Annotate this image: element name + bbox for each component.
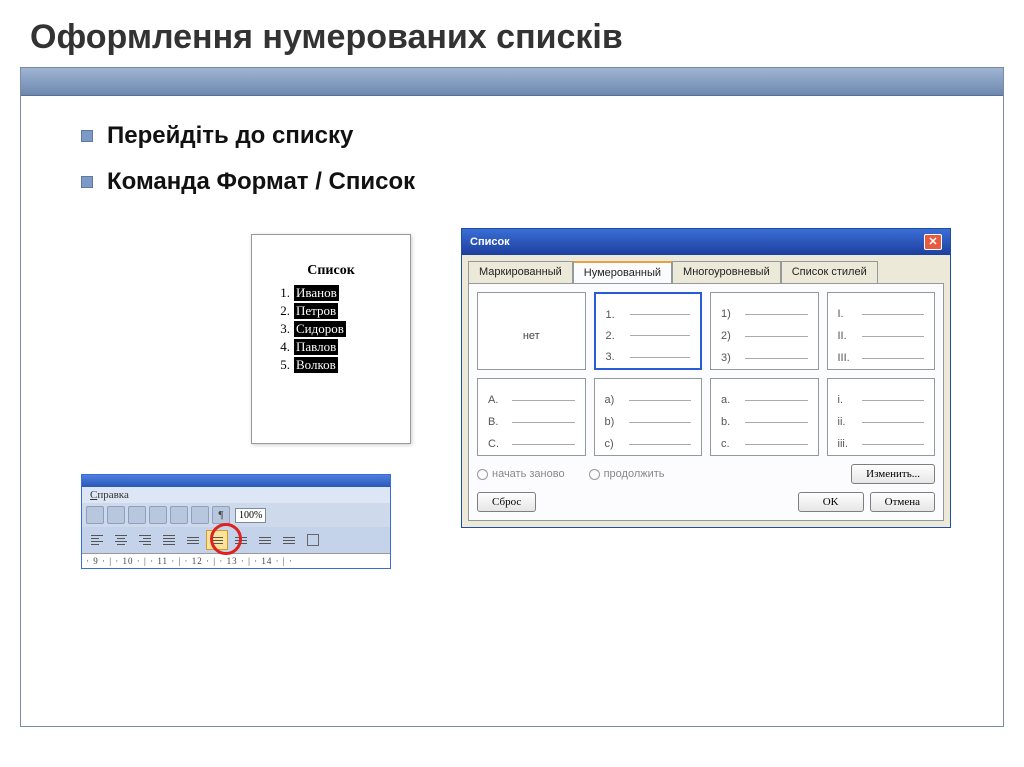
zoom-value[interactable]: 100% (235, 508, 266, 523)
dialog-panel: нет 1. 2. 3. 1) 2) 3) I. II. III. (468, 283, 944, 521)
bullet-text: Команда Формат / Список (107, 168, 415, 196)
increase-indent-icon[interactable] (278, 530, 300, 550)
help-menu[interactable]: Справка (82, 487, 390, 503)
list-item: 4.Павлов (272, 339, 390, 355)
bullet-list: Перейдіть до списку Команда Формат / Спи… (21, 96, 1003, 196)
standard-toolbar: ¶ 100% (82, 503, 390, 527)
toolbar-icon[interactable] (128, 506, 146, 524)
dialog-tabs: Маркированный Нумерованный Многоуровневы… (462, 255, 950, 283)
format-none[interactable]: нет (477, 292, 586, 370)
close-icon[interactable]: ✕ (924, 234, 942, 250)
numbered-list-icon[interactable] (206, 530, 228, 550)
paragraph-icon[interactable]: ¶ (212, 506, 230, 524)
dialog-title-text: Список (470, 236, 510, 248)
restart-options: начать заново продолжить Изменить... (477, 464, 935, 484)
toolbar-icon[interactable] (170, 506, 188, 524)
dialog-titlebar: Список ✕ (462, 229, 950, 255)
align-left-icon[interactable] (86, 530, 108, 550)
format-option[interactable]: 1) 2) 3) (710, 292, 819, 370)
tab-numbered[interactable]: Нумерованный (573, 261, 672, 283)
format-option[interactable]: 1. 2. 3. (594, 292, 703, 370)
format-grid: нет 1. 2. 3. 1) 2) 3) I. II. III. (477, 292, 935, 456)
ok-button[interactable]: OK (798, 492, 864, 512)
bullet-icon (81, 176, 93, 188)
toolbar-icon[interactable] (107, 506, 125, 524)
cancel-button[interactable]: Отмена (870, 492, 935, 512)
tab-styles[interactable]: Список стилей (781, 261, 878, 283)
tab-bulleted[interactable]: Маркированный (468, 261, 573, 283)
bulleted-list-icon[interactable] (230, 530, 252, 550)
document-preview: Список 1.Иванов 2.Петров 3.Сидоров 4.Пав… (251, 234, 411, 444)
format-option[interactable]: a) b) c) (594, 378, 703, 456)
radio-continue[interactable]: продолжить (589, 468, 665, 480)
toolbar-icon[interactable] (149, 506, 167, 524)
list-item: 3.Сидоров (272, 321, 390, 337)
format-option[interactable]: i. ii. iii. (827, 378, 936, 456)
toolbar-screenshot: Справка ¶ 100% (81, 474, 391, 569)
list-item: 5.Волков (272, 357, 390, 373)
toolbar-icon[interactable] (86, 506, 104, 524)
list-item: 1.Иванов (272, 285, 390, 301)
tab-multilevel[interactable]: Многоуровневый (672, 261, 781, 283)
bullet-item: Команда Формат / Список (81, 168, 943, 196)
decorative-band (21, 68, 1003, 96)
window-titlebar (82, 475, 390, 487)
dialog-buttons: Сброс OK Отмена (477, 492, 935, 512)
reset-button[interactable]: Сброс (477, 492, 536, 512)
list-item: 2.Петров (272, 303, 390, 319)
list-dialog: Список ✕ Маркированный Нумерованный Мног… (461, 228, 951, 528)
align-justify-icon[interactable] (158, 530, 180, 550)
menu-text: правка (97, 489, 129, 501)
align-right-icon[interactable] (134, 530, 156, 550)
bullet-item: Перейдіть до списку (81, 122, 943, 150)
slide-frame: Перейдіть до списку Команда Формат / Спи… (20, 67, 1004, 727)
format-option[interactable]: a. b. c. (710, 378, 819, 456)
change-button[interactable]: Изменить... (851, 464, 935, 484)
format-option[interactable]: I. II. III. (827, 292, 936, 370)
slide-title: Оформлення нумерованих списків (0, 0, 1024, 67)
bullet-text: Перейдіть до списку (107, 122, 353, 150)
ruler: · 9 · | · 10 · | · 11 · | · 12 · | · 13 … (82, 553, 390, 568)
toolbar-icon[interactable] (191, 506, 209, 524)
borders-icon[interactable] (302, 530, 324, 550)
format-option[interactable]: A. B. C. (477, 378, 586, 456)
decrease-indent-icon[interactable] (254, 530, 276, 550)
radio-restart[interactable]: начать заново (477, 468, 565, 480)
bullet-icon (81, 130, 93, 142)
line-spacing-icon[interactable] (182, 530, 204, 550)
align-center-icon[interactable] (110, 530, 132, 550)
doc-heading: Список (272, 263, 390, 279)
formatting-toolbar (82, 527, 390, 553)
